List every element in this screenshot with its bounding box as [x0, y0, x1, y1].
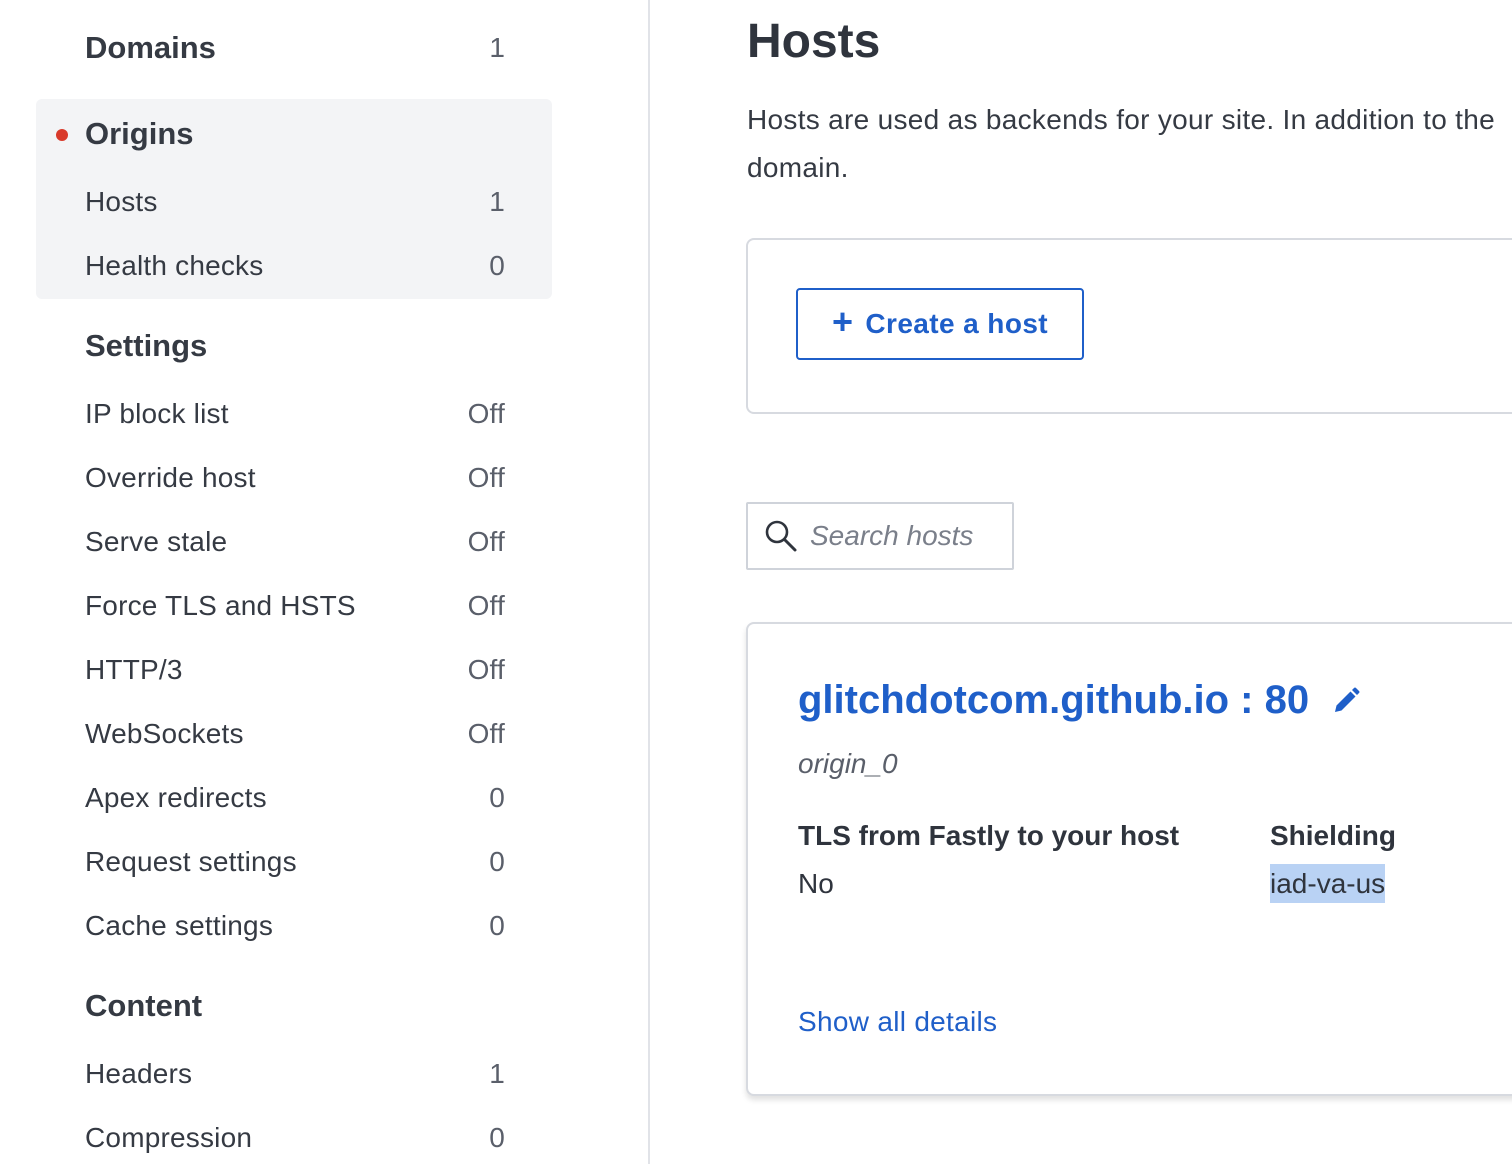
pencil-icon[interactable] — [1331, 686, 1361, 716]
sidebar-item-cache-settings[interactable]: Cache settings 0 — [85, 910, 505, 942]
sidebar-item-label: Force TLS and HSTS — [85, 590, 356, 621]
host-identifier: origin_0 — [798, 748, 898, 779]
sidebar-item-label: Hosts — [85, 186, 158, 217]
sidebar-section-settings[interactable]: Settings — [85, 328, 207, 364]
sidebar-item-apex-redirects[interactable]: Apex redirects 0 — [85, 782, 505, 814]
sidebar-item-compression[interactable]: Compression 0 — [85, 1122, 505, 1154]
sidebar-section-content[interactable]: Content — [85, 988, 202, 1024]
show-all-details-link[interactable]: Show all details — [798, 1006, 997, 1038]
sidebar-item-count: 1 — [489, 1058, 505, 1089]
sidebar-item-http3[interactable]: HTTP/3 Off — [85, 654, 505, 686]
sidebar-item-status: Off — [467, 398, 505, 429]
sidebar-nav: Domains 1 Origins Hosts 1 Health checks … — [0, 0, 648, 1164]
sidebar-item-label: Override host — [85, 462, 256, 493]
host-title: glitchdotcom.github.io : 80 — [798, 678, 1361, 723]
main-content: Hosts Hosts are used as backends for you… — [650, 0, 1512, 1164]
sidebar-item-status: Off — [467, 462, 505, 493]
create-host-panel: + Create a host — [746, 238, 1512, 414]
sidebar-item-label: Compression — [85, 1122, 253, 1153]
sidebar-item-serve-stale[interactable]: Serve stale Off — [85, 526, 505, 558]
sidebar-item-count: 0 — [489, 846, 505, 877]
sidebar-item-ip-block-list[interactable]: IP block list Off — [85, 398, 505, 430]
sidebar-item-count: 0 — [489, 250, 505, 281]
sidebar-item-headers[interactable]: Headers 1 — [85, 1058, 505, 1090]
sidebar-item-status: Off — [467, 718, 505, 749]
shielding-label: Shielding — [1270, 820, 1396, 851]
sidebar-item-override-host[interactable]: Override host Off — [85, 462, 505, 494]
create-host-button[interactable]: + Create a host — [796, 288, 1084, 360]
sidebar-item-status: Off — [467, 526, 505, 557]
sidebar-item-force-tls[interactable]: Force TLS and HSTS Off — [85, 590, 505, 622]
shielding-value-text: iad-va-us — [1270, 864, 1386, 903]
sidebar-item-request-settings[interactable]: Request settings 0 — [85, 846, 505, 878]
page-description-line: Hosts are used as backends for your site… — [747, 104, 1495, 135]
active-dot-icon — [56, 129, 68, 141]
sidebar-item-label: IP block list — [85, 398, 229, 429]
sidebar-item-label: Headers — [85, 1058, 193, 1089]
plus-icon: + — [831, 301, 854, 342]
page-description: Hosts are used as backends for your site… — [747, 96, 1512, 192]
sidebar-item-domains[interactable]: Domains 1 — [85, 30, 505, 66]
sidebar-item-count: 0 — [489, 782, 505, 813]
sidebar-item-count: 0 — [489, 910, 505, 941]
search-hosts-box — [746, 502, 1014, 570]
sidebar-item-label: Request settings — [85, 846, 297, 877]
create-host-button-label: Create a host — [865, 308, 1049, 339]
sidebar-item-websockets[interactable]: WebSockets Off — [85, 718, 505, 750]
sidebar-item-status: Off — [467, 590, 505, 621]
page-title: Hosts — [747, 15, 881, 68]
sidebar-item-label: Serve stale — [85, 526, 228, 557]
app-page: Domains 1 Origins Hosts 1 Health checks … — [0, 0, 1512, 1164]
sidebar-item-label: Apex redirects — [85, 782, 267, 813]
sidebar-item-count: 1 — [489, 186, 505, 217]
page-description-line: domain. — [747, 152, 849, 183]
sidebar-item-count: 0 — [489, 1122, 505, 1153]
sidebar-section-origins[interactable]: Origins — [85, 116, 194, 152]
sidebar-item-hosts[interactable]: Hosts 1 — [85, 186, 505, 218]
tls-value: No — [798, 868, 834, 899]
sidebar-item-label: Health checks — [85, 250, 264, 281]
sidebar-item-count: 1 — [489, 32, 505, 63]
sidebar-item-label: Domains — [85, 30, 216, 65]
search-hosts-input[interactable] — [810, 520, 1010, 552]
sidebar-item-label: HTTP/3 — [85, 654, 183, 685]
search-icon — [765, 520, 797, 552]
sidebar-item-label: Cache settings — [85, 910, 274, 941]
tls-label: TLS from Fastly to your host — [798, 820, 1180, 851]
host-card: glitchdotcom.github.io : 80 origin_0 TLS… — [746, 622, 1512, 1096]
sidebar-item-label: WebSockets — [85, 718, 244, 749]
host-name[interactable]: glitchdotcom.github.io : 80 — [798, 678, 1309, 723]
sidebar-item-status: Off — [467, 654, 505, 685]
shielding-value: iad-va-us — [1270, 864, 1386, 903]
sidebar-item-health-checks[interactable]: Health checks 0 — [85, 250, 505, 282]
